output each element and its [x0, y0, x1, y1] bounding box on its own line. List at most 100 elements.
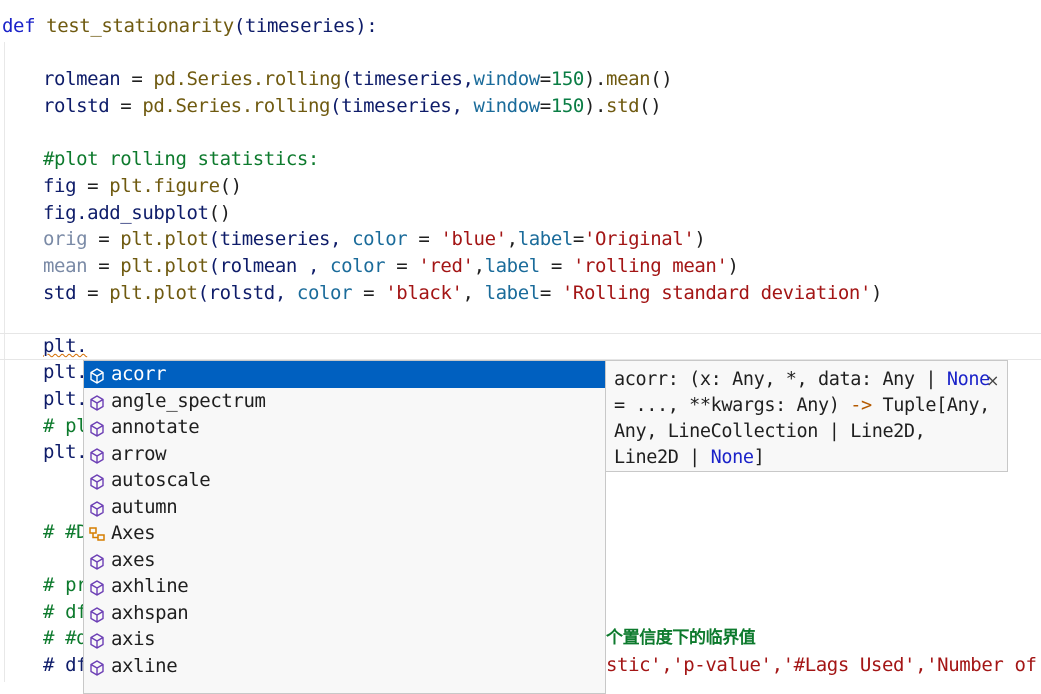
token: =	[539, 282, 562, 304]
suggestion-label: acorr	[111, 363, 167, 385]
suggestion-item-axis[interactable]: axis	[84, 626, 605, 653]
token: 'Rolling standard deviation'	[561, 282, 871, 304]
token: color	[330, 255, 386, 277]
method-cube-icon	[88, 631, 106, 649]
token: ,	[473, 255, 485, 277]
token: fig	[43, 175, 77, 197]
token: =	[87, 228, 121, 250]
method-cube-icon	[88, 472, 106, 490]
token: color	[296, 282, 353, 304]
token: ).	[583, 68, 607, 90]
autocomplete-suggestion-list[interactable]: acorr angle_spectrum annotate arrow auto…	[83, 360, 606, 694]
signature-none: None	[710, 447, 754, 468]
code-line-rolstd: rolstd = pd.Series.rolling(timeseries, w…	[43, 93, 662, 120]
suggestion-item-axhline[interactable]: axhline	[84, 573, 605, 600]
token: 'black'	[385, 282, 463, 304]
token: label	[484, 255, 541, 277]
code-line-hidden-3: # pl	[43, 415, 88, 437]
code-line-hidden-1: plt.	[43, 361, 88, 383]
token: )	[694, 228, 706, 250]
token: plt.plot	[120, 228, 209, 250]
token: =	[120, 68, 154, 90]
token: ()	[650, 68, 673, 90]
code-line-orig: orig = plt.plot(timeseries, color = 'blu…	[43, 226, 706, 253]
code-line-comment: #plot rolling statistics:	[43, 148, 319, 170]
signature-line-4: Line2D | None]	[614, 445, 765, 471]
keyword-def: def	[2, 15, 36, 37]
suggestion-item-angle-spectrum[interactable]: angle_spectrum	[84, 388, 605, 415]
token: window	[473, 95, 541, 117]
signature-text: ]	[753, 447, 765, 468]
token: plt.plot	[120, 255, 209, 277]
suggestion-item-axhspan[interactable]: axhspan	[84, 600, 605, 627]
token: =	[76, 282, 110, 304]
token: )	[727, 255, 739, 277]
suggestion-label: autumn	[111, 495, 178, 518]
token: color	[352, 228, 408, 250]
token: =	[572, 228, 584, 250]
token: fig.add_subplot	[43, 202, 209, 224]
method-cube-icon	[88, 578, 106, 596]
token: (timeseries,	[208, 228, 353, 250]
token: =	[87, 255, 121, 277]
suggestion-item-autumn[interactable]: autumn	[84, 494, 605, 521]
typed-text: plt.	[43, 335, 88, 357]
suggestion-item-acorr[interactable]: acorr	[84, 361, 605, 388]
code-line-hidden-9: # df	[43, 654, 88, 676]
method-cube-icon	[88, 658, 106, 676]
token: plt.figure	[109, 175, 220, 197]
close-icon[interactable]: ×	[986, 368, 999, 394]
signature-line-3: Any, LineCollection | Line2D,	[614, 421, 926, 442]
code-line-tail: stic','p-value','#Lags Used','Number of …	[606, 654, 1041, 676]
token: window	[473, 68, 541, 90]
signature-arrow: ->	[850, 395, 872, 416]
token: pd.Series.rolling	[142, 95, 331, 117]
suggestion-label: Axes	[111, 522, 156, 544]
token: rolstd	[43, 95, 110, 117]
token: 'red'	[418, 255, 474, 277]
token: (rolmean ,	[208, 255, 331, 277]
method-cube-icon	[88, 419, 106, 437]
suggestion-item-axes-class[interactable]: Axes	[84, 520, 605, 547]
token: 'Original'	[583, 228, 695, 250]
function-params: (timeseries):	[233, 15, 378, 37]
function-name: test_stationarity	[46, 15, 234, 37]
method-cube-icon	[88, 366, 106, 384]
code-line-hidden-8: # #d	[43, 627, 88, 649]
token: ()	[208, 202, 231, 224]
suggestion-item-autoscale[interactable]: autoscale	[84, 467, 605, 494]
token: =	[352, 282, 386, 304]
suggestion-label: arrow	[111, 442, 167, 465]
token: pd.Series.rolling	[153, 68, 342, 90]
suggestion-label: axhspan	[111, 601, 189, 624]
suggestion-label: annotate	[111, 416, 200, 438]
code-line-hidden-7: # df	[43, 601, 88, 623]
token: ()	[639, 95, 662, 117]
token: 150	[550, 68, 585, 90]
current-line-highlight	[0, 333, 1041, 360]
suggestion-item-annotate[interactable]: annotate	[84, 414, 605, 441]
suggestion-label: axes	[111, 548, 156, 571]
method-cube-icon	[88, 552, 106, 570]
code-line-typing[interactable]: plt.	[43, 333, 88, 360]
token: )	[870, 282, 883, 304]
token: =	[385, 255, 419, 277]
cjk-comment-tail: 个置信度下的临界值	[606, 628, 756, 648]
token: (rolstd,	[197, 282, 297, 304]
token: std	[606, 95, 640, 117]
token: =	[109, 95, 143, 117]
token: 'blue'	[440, 228, 507, 250]
signature-text: = ..., **kwargs: Any)	[614, 395, 851, 416]
suggestion-item-arrow[interactable]: arrow	[84, 441, 605, 468]
token: =	[539, 68, 551, 90]
code-line-mean: mean = plt.plot(rolmean , color = 'red',…	[43, 253, 739, 280]
indent-guide	[4, 42, 5, 682]
method-cube-icon	[88, 499, 106, 517]
suggestion-item-axes[interactable]: axes	[84, 547, 605, 574]
suggestion-item-axline[interactable]: axline	[84, 653, 605, 680]
token: mean	[43, 255, 88, 277]
code-line-rolmean: rolmean = pd.Series.rolling(timeseries,w…	[43, 66, 673, 93]
token: =	[76, 175, 110, 197]
token: =	[539, 255, 573, 277]
token: =	[407, 228, 441, 250]
